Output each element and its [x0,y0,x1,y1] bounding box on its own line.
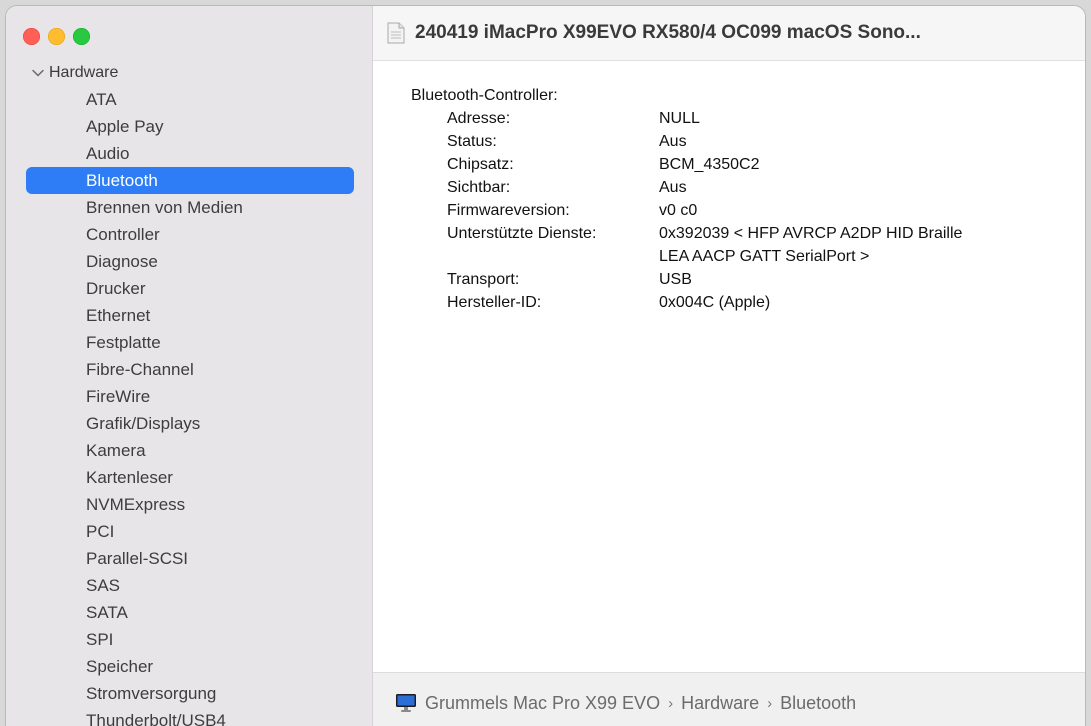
document-icon [387,22,405,44]
breadcrumb-separator: › [668,694,674,712]
sidebar-item-festplatte[interactable]: Festplatte [6,329,372,356]
property-key: Transport: [447,271,520,288]
property-value-line: v0 c0 [659,202,698,219]
breadcrumb-separator: › [767,694,773,712]
sidebar-item-parallel-scsi[interactable]: Parallel-SCSI [6,545,372,572]
sidebar-item-speicher[interactable]: Speicher [6,653,372,680]
sidebar-item-kartenleser[interactable]: Kartenleser [6,464,372,491]
sidebar-item-kamera[interactable]: Kamera [6,437,372,464]
property-value: Aus [659,130,1075,153]
property-key: Sichtbar: [447,179,511,196]
property-row: Adresse: NULL [411,107,1075,130]
property-value: v0 c0 [659,199,1075,222]
property-value-line: 0x004C (Apple) [659,294,771,311]
sidebar-item-grafik-displays[interactable]: Grafik/Displays [6,410,372,437]
sidebar-item-apple-pay[interactable]: Apple Pay [6,113,372,140]
breadcrumb-item[interactable]: Grummels Mac Pro X99 EVO [425,693,660,714]
system-information-window: Hardware ATA Apple Pay Audio Bluetooth Brenn… [6,6,1085,726]
window-title: 240419 iMacPro X99EVO RX580/4 OC099 macO… [415,22,921,43]
sidebar-item-spi[interactable]: SPI [6,626,372,653]
property-value: NULL [659,107,1075,130]
title-bar: 240419 iMacPro X99EVO RX580/4 OC099 macO… [373,6,1085,61]
property-value-line: Aus [659,179,687,196]
zoom-button[interactable] [73,28,90,45]
sidebar-item-drucker[interactable]: Drucker [6,275,372,302]
sidebar-item-sata[interactable]: SATA [6,599,372,626]
close-button[interactable] [23,28,40,45]
sidebar-item-sas[interactable]: SAS [6,572,372,599]
sidebar-item-ata[interactable]: ATA [6,86,372,113]
property-value-line: LEA AACP GATT SerialPort > [659,248,870,265]
property-key: Chipsatz: [447,156,514,173]
property-value: 0x392039 < HFP AVRCP A2DP HID Braille LEA… [659,222,1075,268]
detail-pane: Bluetooth-Controller: Adresse: NULL Status… [411,84,1075,314]
sidebar-section-label: Hardware [49,63,119,81]
property-value: BCM_4350C2 [659,153,1075,176]
sidebar: Hardware ATA Apple Pay Audio Bluetooth Brenn… [6,6,373,726]
property-row: Status: Aus [411,130,1075,153]
breadcrumb: Grummels Mac Pro X99 EVO › Hardware › Blueto… [417,693,856,714]
sidebar-item-ethernet[interactable]: Ethernet [6,302,372,329]
minimize-button[interactable] [48,28,65,45]
property-value-line: USB [659,271,692,288]
breadcrumb-item[interactable]: Hardware [681,693,759,714]
property-row: Transport: USB [411,268,1075,291]
property-value: Aus [659,176,1075,199]
detail-heading: Bluetooth-Controller: [411,87,558,104]
property-key: Status: [447,133,497,150]
sidebar-item-stromversorgung[interactable]: Stromversorgung [6,680,372,707]
sidebar-item-firewire[interactable]: FireWire [6,383,372,410]
property-row: Sichtbar: Aus [411,176,1075,199]
property-key: Adresse: [447,110,511,127]
property-row: Firmwareversion: v0 c0 [411,199,1075,222]
property-value-line: Aus [659,133,687,150]
path-bar: Grummels Mac Pro X99 EVO › Hardware › Blueto… [373,672,1085,726]
sidebar-item-list: ATA Apple Pay Audio Bluetooth Brennen von Me… [6,86,372,726]
property-value: 0x004C (Apple) [659,291,1075,314]
chevron-down-icon[interactable] [31,66,45,80]
property-key: Unterstützte Dienste: [447,225,597,242]
sidebar-tree: Hardware ATA Apple Pay Audio Bluetooth Brenn… [6,59,372,726]
sidebar-item-brennen-von-medien[interactable]: Brennen von Medien [6,194,372,221]
sidebar-item-controller[interactable]: Controller [6,221,372,248]
sidebar-item-fibre-channel[interactable]: Fibre-Channel [6,356,372,383]
property-row: Chipsatz: BCM_4350C2 [411,153,1075,176]
sidebar-item-diagnose[interactable]: Diagnose [6,248,372,275]
property-row: Unterstützte Dienste: 0x392039 < HFP AVRC… [411,222,1075,268]
property-row: Hersteller-ID: 0x004C (Apple) [411,291,1075,314]
breadcrumb-item[interactable]: Bluetooth [780,693,856,714]
property-value-line: BCM_4350C2 [659,156,760,173]
sidebar-section-hardware[interactable]: Hardware [6,59,372,86]
property-key: Hersteller-ID: [447,294,542,311]
sidebar-item-nvmexpress[interactable]: NVMExpress [6,491,372,518]
sidebar-item-audio[interactable]: Audio [6,140,372,167]
property-value-line: NULL [659,110,700,127]
property-list: Adresse: NULL Status: Aus Chipsatz: BCM_4350C… [411,107,1075,314]
property-value-line: 0x392039 < HFP AVRCP A2DP HID Braille [659,225,963,242]
sidebar-item-thunderbolt-usb4[interactable]: Thunderbolt/USB4 [6,707,372,726]
sidebar-item-pci[interactable]: PCI [6,518,372,545]
property-key: Firmwareversion: [447,202,570,219]
sidebar-item-bluetooth[interactable]: Bluetooth [26,167,354,194]
property-value: USB [659,268,1075,291]
computer-icon [396,694,416,712]
